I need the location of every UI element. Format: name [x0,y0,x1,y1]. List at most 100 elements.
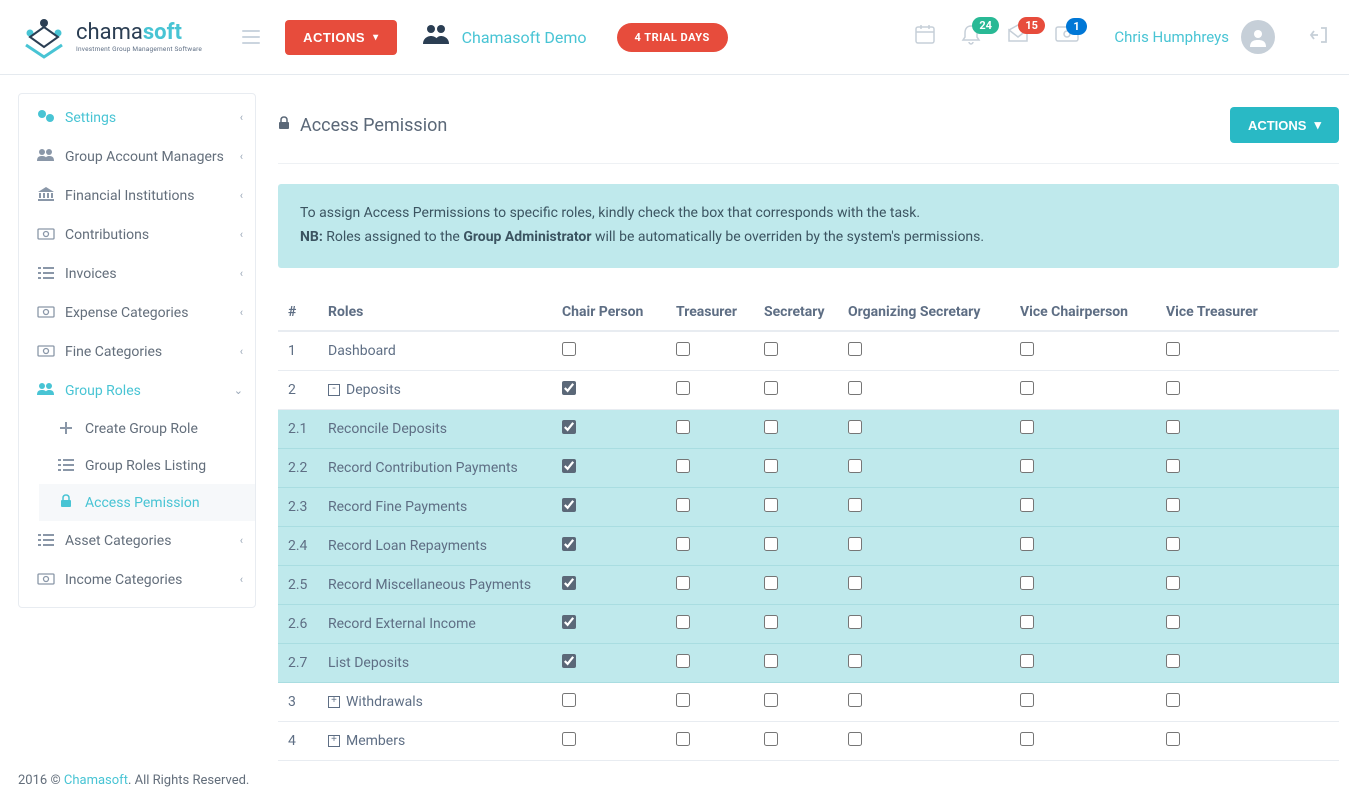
permission-checkbox[interactable] [1020,381,1034,395]
permission-checkbox[interactable] [764,498,778,512]
sidebar-item-group-account-managers[interactable]: Group Account Managers‹ [19,137,255,176]
sidebar-item-invoices[interactable]: Invoices‹ [19,254,255,293]
permission-checkbox[interactable] [676,420,690,434]
permission-checkbox[interactable] [1020,576,1034,590]
permission-checkbox[interactable] [1020,693,1034,707]
permission-checkbox[interactable] [848,732,862,746]
info-line1: To assign Access Permissions to specific… [300,202,1317,226]
permission-checkbox[interactable] [848,576,862,590]
permission-checkbox[interactable] [1166,498,1180,512]
permission-checkbox[interactable] [676,693,690,707]
permission-checkbox[interactable] [764,732,778,746]
permission-checkbox[interactable] [676,615,690,629]
sidebar-item-fine-categories[interactable]: Fine Categories‹ [19,332,255,371]
permission-checkbox[interactable] [562,537,576,551]
sidebar-subitem-create-group-role[interactable]: Create Group Role [39,410,255,447]
permission-checkbox[interactable] [1020,537,1034,551]
permission-checkbox[interactable] [1020,654,1034,668]
permission-checkbox[interactable] [562,654,576,668]
th-num: # [278,294,318,331]
logo[interactable]: chamasoft Investment Group Management So… [20,13,202,61]
expand-icon[interactable]: + [328,735,340,747]
permission-checkbox[interactable] [848,342,862,356]
permission-checkbox[interactable] [764,615,778,629]
permission-checkbox[interactable] [676,576,690,590]
permission-checkbox[interactable] [1166,342,1180,356]
sidebar-item-financial-institutions[interactable]: Financial Institutions‹ [19,176,255,215]
permission-checkbox[interactable] [764,342,778,356]
bell-button[interactable]: 24 [960,23,982,51]
permission-checkbox[interactable] [848,615,862,629]
permission-checkbox[interactable] [848,420,862,434]
permission-checkbox[interactable] [848,459,862,473]
trial-badge[interactable]: 4 TRIAL DAYS [617,23,728,52]
permission-checkbox[interactable] [562,732,576,746]
menu-toggle-icon[interactable] [242,30,260,44]
permission-checkbox[interactable] [764,459,778,473]
billing-button[interactable]: 1 [1054,24,1080,50]
calendar-button[interactable] [914,23,936,51]
permission-checkbox[interactable] [1166,654,1180,668]
permission-checkbox[interactable] [1166,381,1180,395]
page-actions-button[interactable]: ACTIONS ▾ [1230,107,1339,143]
sidebar-item-group-roles[interactable]: Group Roles⌄ [19,371,255,410]
sidebar-item-asset-categories[interactable]: Asset Categories‹ [19,521,255,560]
permission-checkbox[interactable] [1166,420,1180,434]
permission-checkbox[interactable] [676,654,690,668]
permission-checkbox[interactable] [562,498,576,512]
sidebar-subitem-group-roles-listing[interactable]: Group Roles Listing [39,447,255,484]
sidebar-settings[interactable]: Settings ‹ [19,98,255,137]
permission-checkbox[interactable] [1020,732,1034,746]
permission-checkbox[interactable] [1166,693,1180,707]
permission-checkbox[interactable] [1166,732,1180,746]
user-menu[interactable]: Chris Humphreys [1114,20,1275,54]
permission-checkbox[interactable] [562,576,576,590]
sidebar-item-income-categories[interactable]: Income Categories‹ [19,560,255,599]
permission-checkbox[interactable] [848,498,862,512]
footer-brand-link[interactable]: Chamasoft [64,773,128,788]
permission-checkbox[interactable] [562,693,576,707]
permission-checkbox[interactable] [562,342,576,356]
permission-checkbox[interactable] [562,459,576,473]
permission-checkbox[interactable] [848,654,862,668]
sidebar-item-label: Access Pemission [85,495,200,511]
permission-checkbox[interactable] [562,420,576,434]
sidebar-item-expense-categories[interactable]: Expense Categories‹ [19,293,255,332]
logout-icon[interactable] [1309,25,1329,50]
permission-checkbox[interactable] [1166,537,1180,551]
permission-checkbox[interactable] [562,615,576,629]
actions-button[interactable]: ACTIONS ▾ [285,20,397,55]
permission-checkbox[interactable] [848,381,862,395]
permission-checkbox[interactable] [1020,420,1034,434]
permission-checkbox[interactable] [676,381,690,395]
sidebar-subitem-access-pemission[interactable]: Access Pemission [39,484,255,521]
permission-checkbox[interactable] [676,459,690,473]
permission-checkbox[interactable] [764,654,778,668]
permission-checkbox[interactable] [676,498,690,512]
permission-checkbox[interactable] [676,537,690,551]
permission-checkbox[interactable] [1166,615,1180,629]
permission-checkbox[interactable] [1166,576,1180,590]
permission-checkbox[interactable] [676,732,690,746]
users-icon [35,147,57,166]
permission-checkbox[interactable] [764,576,778,590]
permission-checkbox[interactable] [764,537,778,551]
messages-button[interactable]: 15 [1006,23,1030,51]
permission-checkbox[interactable] [1166,459,1180,473]
permission-checkbox[interactable] [1020,615,1034,629]
permission-checkbox[interactable] [848,537,862,551]
expand-icon[interactable]: + [328,696,340,708]
permission-checkbox[interactable] [562,381,576,395]
permission-checkbox[interactable] [764,381,778,395]
topbar: chamasoft Investment Group Management So… [0,0,1349,75]
group-area[interactable]: Chamasoft Demo [422,22,587,53]
collapse-icon[interactable]: - [328,384,340,396]
sidebar-item-contributions[interactable]: Contributions‹ [19,215,255,254]
permission-checkbox[interactable] [764,693,778,707]
permission-checkbox[interactable] [1020,498,1034,512]
permission-checkbox[interactable] [764,420,778,434]
permission-checkbox[interactable] [1020,342,1034,356]
permission-checkbox[interactable] [676,342,690,356]
permission-checkbox[interactable] [1020,459,1034,473]
permission-checkbox[interactable] [848,693,862,707]
